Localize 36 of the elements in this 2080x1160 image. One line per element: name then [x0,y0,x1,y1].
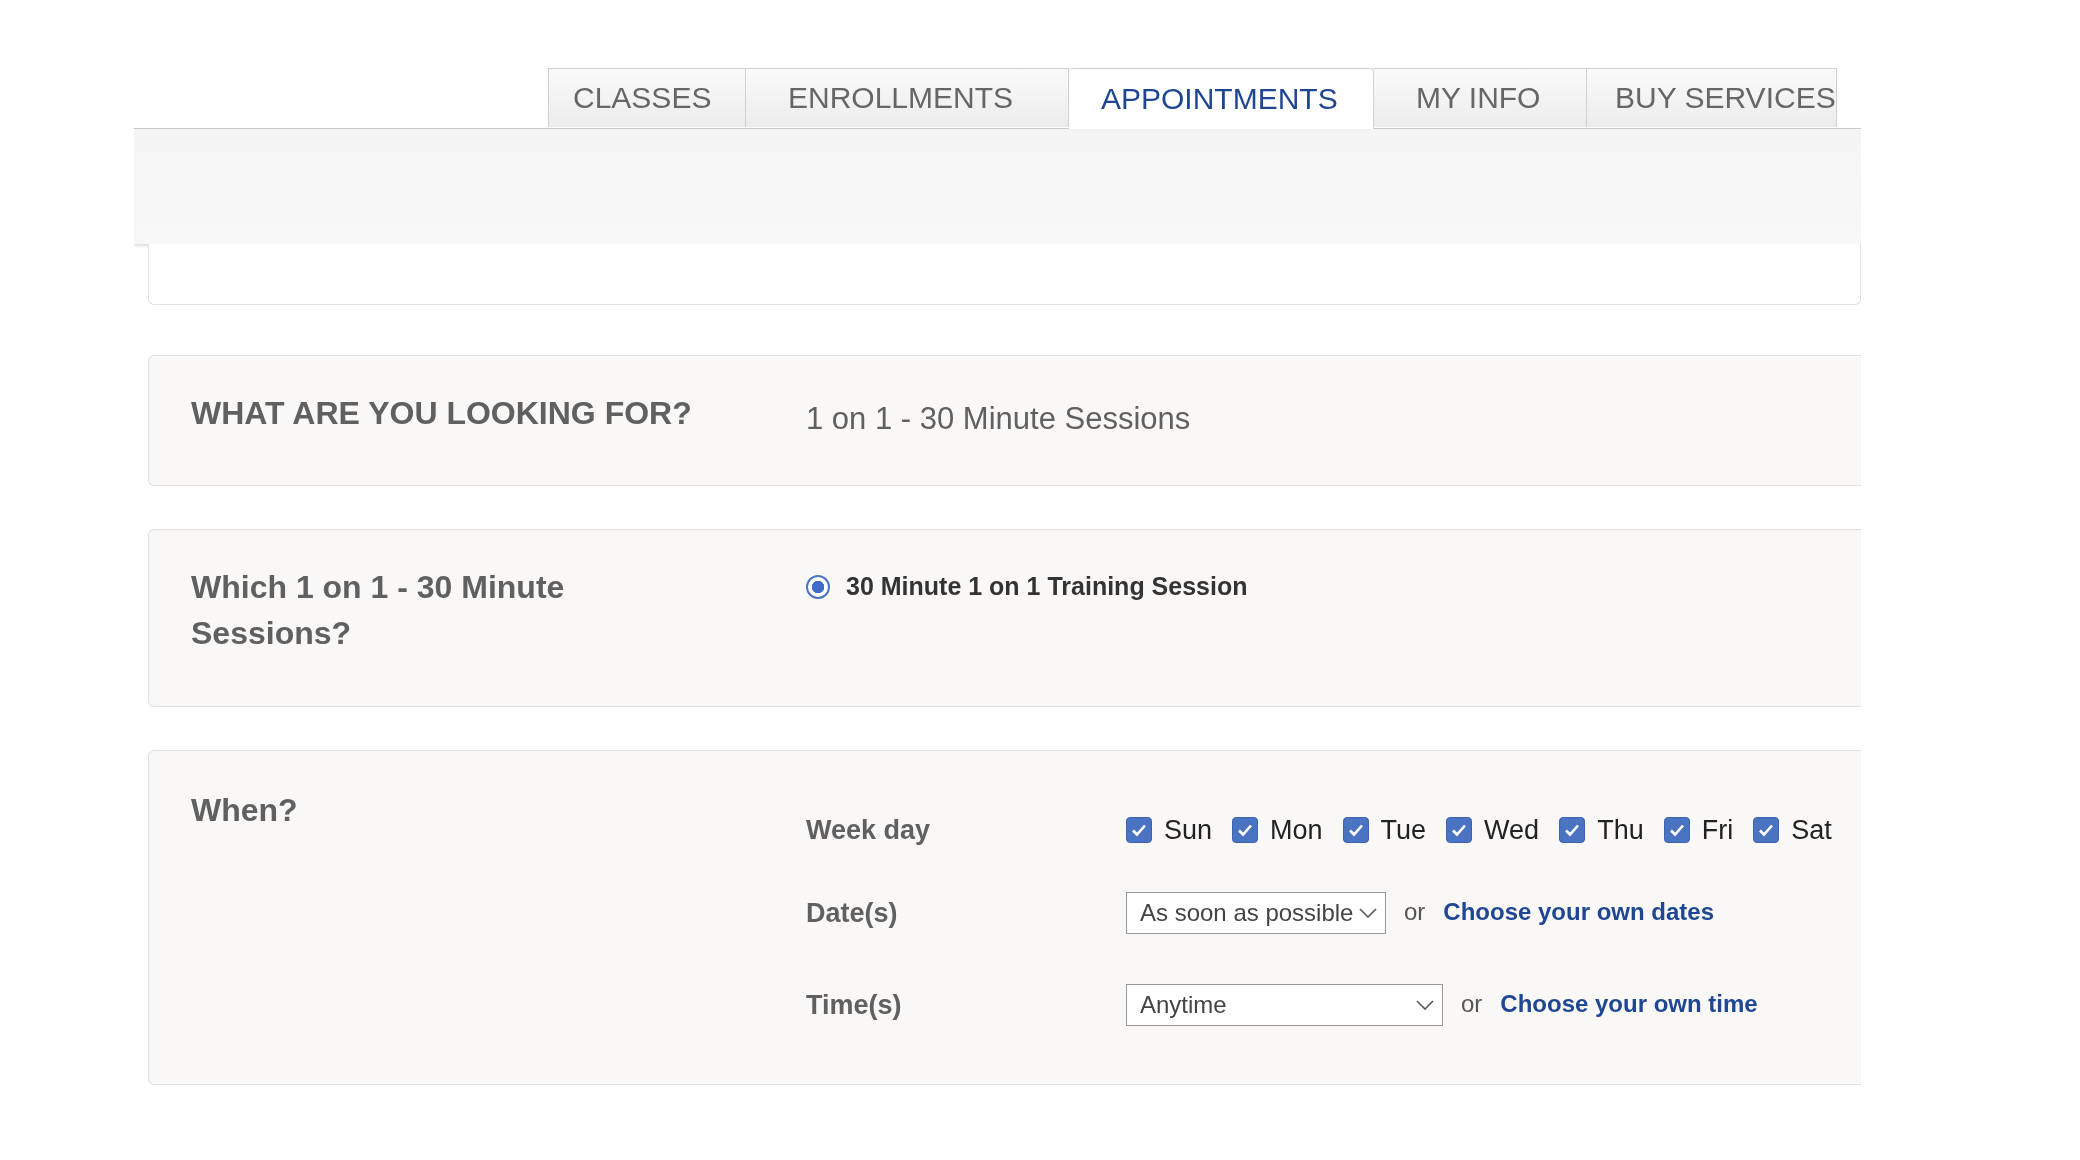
day-label[interactable]: Fri [1701,814,1734,846]
checkbox[interactable] [1559,817,1586,843]
field-label: Date(s) [806,897,899,930]
day-label[interactable]: Mon [1270,814,1323,846]
choose-link[interactable]: Choose your own dates [1443,898,1715,926]
dropdown[interactable]: Anytime [1126,984,1443,1026]
nav-tab[interactable]: MY INFO [1374,68,1587,127]
day-label[interactable]: Sat [1791,814,1832,846]
question-heading: Which 1 on 1 - 30 Minute Sessions? [191,568,566,653]
nav-tab[interactable]: APPOINTMENTS [1069,68,1374,129]
selected-service-text: 1 on 1 - 30 Minute Sessions [806,400,1191,438]
checkbox[interactable] [1126,817,1152,843]
checkbox[interactable] [1446,817,1473,843]
day-label[interactable]: Tue [1380,814,1427,846]
choose-link[interactable]: Choose your own time [1500,990,1758,1018]
nav-tab[interactable]: ENROLLMENTS [746,68,1069,127]
question-heading: When? [191,791,299,830]
day-label[interactable]: Sun [1164,814,1213,846]
dropdown[interactable]: As soon as possible [1126,892,1386,934]
question-heading: WHAT ARE YOU LOOKING FOR? [191,394,693,433]
day-label[interactable]: Thu [1597,814,1644,846]
nav-tab[interactable]: CLASSES [548,68,746,127]
checkbox[interactable] [1663,817,1690,843]
checkbox[interactable] [1232,817,1259,843]
day-label[interactable]: Wed [1484,814,1540,846]
radio-button[interactable] [806,574,830,599]
chevron-down-icon [1416,1000,1434,1010]
checkbox[interactable] [1342,817,1369,843]
or-text: or [1461,990,1483,1018]
field-label: Time(s) [806,989,903,1022]
option-label[interactable]: 30 Minute 1 on 1 Training Session [846,572,1248,601]
or-text: or [1404,898,1426,926]
field-label: Week day [806,814,932,847]
checkbox[interactable] [1753,817,1780,843]
chevron-down-icon [1359,908,1377,918]
nav-tab[interactable]: BUY SERVICES [1587,68,1837,127]
